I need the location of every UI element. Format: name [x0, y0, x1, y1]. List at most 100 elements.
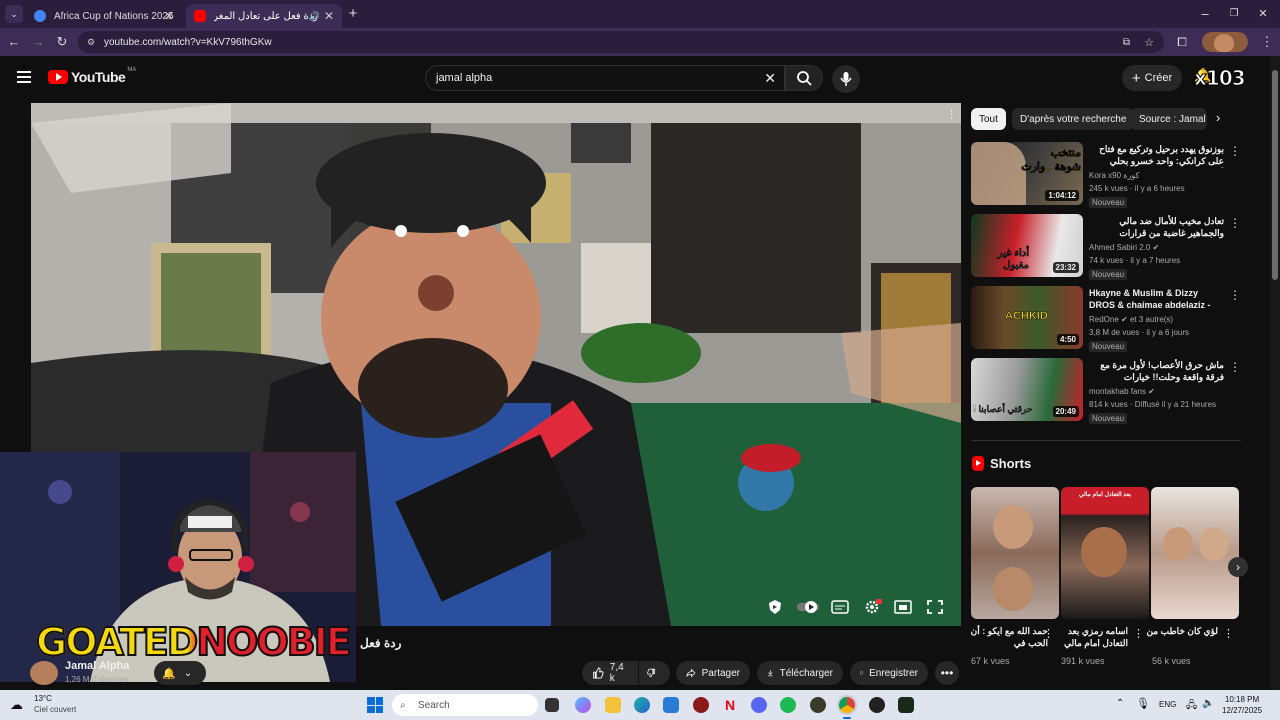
volume-icon[interactable]: 🔈: [1202, 698, 1214, 709]
microphone-tray-icon[interactable]: 🎙: [1136, 697, 1150, 710]
fullscreen-icon[interactable]: [925, 598, 945, 616]
restore-icon[interactable]: ❐: [1225, 5, 1243, 23]
video-menu-icon[interactable]: ⋮: [1229, 288, 1241, 302]
channel-name[interactable]: RedOne ✔ et 3 autre(s): [1089, 315, 1173, 324]
create-button[interactable]: + Créer: [1122, 65, 1182, 91]
search-input[interactable]: jamal alpha ✕: [425, 65, 785, 91]
audio-playing-icon[interactable]: 🔊: [309, 11, 320, 22]
minimize-icon[interactable]: –: [1196, 5, 1214, 23]
system-clock[interactable]: 10:18 PM 12/27/2025: [1222, 694, 1262, 716]
extensions-icon[interactable]: ⧠: [1173, 33, 1191, 51]
store-icon[interactable]: [663, 697, 679, 713]
taskbar-search-input[interactable]: ⌕ Search: [392, 694, 538, 716]
short-title[interactable]: حمد الله مع ايكو : أن الحب في: [970, 625, 1048, 651]
dislike-button[interactable]: [639, 661, 670, 685]
short-menu-icon[interactable]: ⋮: [1223, 627, 1234, 640]
filter-chip-source[interactable]: Source : Jamal: [1131, 108, 1207, 130]
browser-tab-afcon[interactable]: Africa Cup of Nations 2025, Fo ✕: [26, 4, 182, 28]
copilot-icon[interactable]: [575, 697, 591, 713]
video-thumbnail[interactable]: أداء غير مقبول 23:32: [971, 214, 1083, 277]
more-actions-button[interactable]: •••: [935, 661, 959, 685]
site-info-icon[interactable]: ⚙: [87, 37, 95, 48]
recommended-video[interactable]: ACHKID 4:50 Hkayne & Muslim & Dizzy DROS…: [971, 286, 1241, 352]
subtitles-icon[interactable]: [830, 598, 850, 616]
close-tab-icon[interactable]: ✕: [324, 9, 334, 23]
download-button[interactable]: Télécharger: [757, 661, 843, 685]
short-thumbnail[interactable]: [971, 487, 1059, 619]
miniplayer-icon[interactable]: [893, 598, 913, 616]
channel-name[interactable]: Jamal Alpha: [65, 660, 129, 672]
short-title[interactable]: لؤي كان خاطب من: [1140, 625, 1218, 651]
hamburger-menu-icon[interactable]: [17, 71, 31, 83]
short-title[interactable]: اسامه رمزي بعد التعادل امام مالي: [1050, 625, 1128, 651]
tab-search-icon[interactable]: ⌄: [5, 5, 23, 23]
install-app-icon[interactable]: ⧉: [1123, 37, 1130, 48]
back-icon[interactable]: ←: [5, 33, 23, 51]
share-button[interactable]: Partager: [676, 661, 750, 685]
video-title[interactable]: Hkayne & Muslim & Dizzy DROS & chaimae a…: [1089, 287, 1224, 312]
app-black-icon[interactable]: [869, 697, 885, 713]
discord-icon[interactable]: [751, 697, 767, 713]
short-thumbnail[interactable]: [1151, 487, 1239, 619]
shorts-next-icon[interactable]: ›: [1228, 557, 1248, 577]
filter-chip-all[interactable]: Tout: [971, 108, 1006, 130]
profile-avatar[interactable]: [1202, 32, 1248, 52]
video-thumbnail[interactable]: حرقتي أعصابنا ! 20:49: [971, 358, 1083, 421]
recommended-video[interactable]: منتخب شوهة ..وارث 1:04:12 بوزنوق يهدد بر…: [971, 142, 1241, 208]
tray-chevron-icon[interactable]: ⌃: [1116, 698, 1124, 709]
video-menu-icon[interactable]: ⋮: [1229, 360, 1241, 374]
app-red-icon[interactable]: [693, 697, 709, 713]
page-scrollbar-thumb[interactable]: [1272, 70, 1278, 280]
terminal-icon[interactable]: [898, 697, 914, 713]
browser-tab-youtube[interactable]: ردة فعل على تعادل المغرب 🔊 ✕: [186, 4, 342, 28]
close-window-icon[interactable]: ✕: [1254, 5, 1272, 23]
forward-icon[interactable]: →: [29, 33, 47, 51]
video-menu-icon[interactable]: ⋮: [1229, 216, 1241, 230]
video-title[interactable]: تعادل مخيب للأمال ضد مالي والجماهير غاضب…: [1089, 215, 1224, 240]
recommended-video[interactable]: أداء غير مقبول 23:32 تعادل مخيب للأمال ض…: [971, 214, 1241, 280]
recommended-video[interactable]: حرقتي أعصابنا ! 20:49 ماش حرق الأعصاب! ل…: [971, 358, 1241, 424]
voice-search-button[interactable]: [832, 65, 860, 93]
channel-name[interactable]: Ahmed Sabiri 2.0 ✔: [1089, 243, 1159, 252]
video-thumbnail[interactable]: ACHKID 4:50: [971, 286, 1083, 349]
bookmark-star-icon[interactable]: ☆: [1144, 36, 1154, 49]
sponsorblock-icon[interactable]: [765, 598, 785, 616]
task-view-icon[interactable]: [545, 698, 559, 712]
video-title[interactable]: بوزنوق يهدد برحيل وتركيع مع فتاح على كرا…: [1089, 143, 1224, 168]
chips-next-icon[interactable]: ›: [1216, 110, 1220, 125]
close-tab-icon[interactable]: ✕: [164, 9, 174, 23]
filter-chip-related-search[interactable]: D'après votre recherche: [1012, 108, 1135, 130]
network-icon[interactable]: 🖧: [1186, 698, 1197, 715]
chrome-icon[interactable]: [839, 697, 855, 713]
new-tab-icon[interactable]: +: [344, 5, 362, 23]
tab-label: Africa Cup of Nations 2025, Fo: [54, 10, 174, 22]
search-button[interactable]: [785, 65, 823, 91]
clear-search-icon[interactable]: ✕: [764, 66, 776, 90]
notifications-button[interactable]: 🔔 x103: [1192, 64, 1256, 92]
save-button[interactable]: Enregistrer: [850, 661, 928, 685]
language-indicator[interactable]: ENG: [1159, 700, 1176, 709]
channel-name[interactable]: montakhab fans ✔: [1089, 387, 1155, 396]
edge-icon[interactable]: [634, 697, 650, 713]
youtube-logo[interactable]: YouTube MA: [48, 67, 136, 86]
windows-taskbar: ☁ 13°C Ciel couvert ⌕ Search N ⌃ 🎙 ENG 🖧…: [0, 690, 1280, 720]
video-title[interactable]: ماش حرق الأعصاب! لأول مرة مع فرقة واقعة …: [1089, 359, 1224, 384]
app-dark-icon[interactable]: [810, 697, 826, 713]
video-thumbnail[interactable]: منتخب شوهة ..وارث 1:04:12: [971, 142, 1083, 205]
netflix-icon[interactable]: N: [722, 697, 738, 713]
browser-menu-icon[interactable]: ⋮: [1258, 33, 1276, 51]
address-bar[interactable]: ⚙ youtube.com/watch?v=KkV796thGKw ⧉ ☆: [78, 31, 1164, 53]
file-explorer-icon[interactable]: [605, 697, 621, 713]
settings-gear-icon[interactable]: [862, 598, 882, 616]
player-corner-more-icon[interactable]: ⋮: [946, 108, 957, 121]
video-menu-icon[interactable]: ⋮: [1229, 144, 1241, 158]
subscription-bell-button[interactable]: 🔔 ⌄: [154, 661, 206, 685]
start-button[interactable]: [367, 697, 383, 713]
reload-icon[interactable]: ↻: [53, 33, 71, 51]
channel-name[interactable]: Kora x90 كورة: [1089, 171, 1139, 180]
short-thumbnail[interactable]: بعد التعادل امام مالي: [1061, 487, 1149, 619]
spotify-icon[interactable]: [780, 697, 796, 713]
autoplay-toggle[interactable]: [796, 598, 820, 616]
channel-avatar[interactable]: [30, 661, 58, 685]
like-button[interactable]: 7,4 k: [582, 661, 638, 685]
